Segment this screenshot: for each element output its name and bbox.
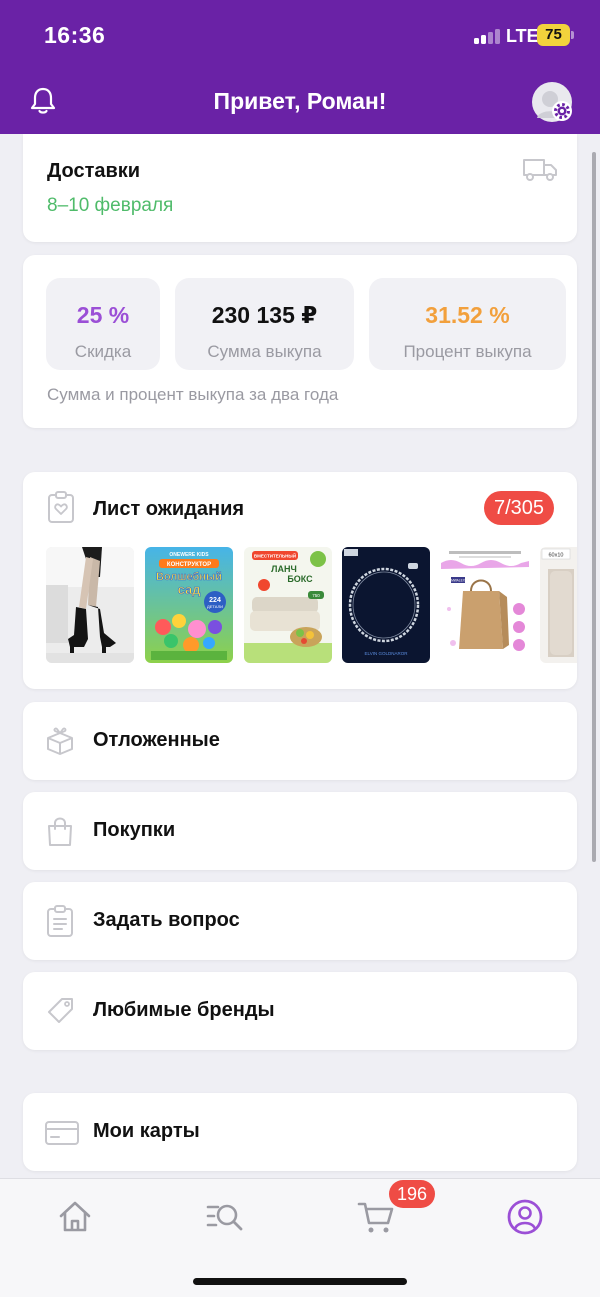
- stat-purchase-percent-label: Процент выкупа: [403, 342, 532, 361]
- app-header: 16:36 LTE 75 Привет, Роман!: [0, 0, 600, 134]
- menu-item-ask-question[interactable]: Задать вопрос: [23, 882, 577, 960]
- scrollbar[interactable]: [592, 152, 596, 862]
- clipboard-heart-icon: [48, 491, 74, 523]
- lunch-title-line-2: БОКС: [287, 574, 313, 584]
- menu-label-purchases: Покупки: [93, 819, 176, 841]
- cart-count-badge: 196: [389, 1180, 435, 1208]
- kit-title-line-2: сад: [178, 582, 202, 597]
- product-thumb-lunch-box[interactable]: ВМЕСТИТЕЛЬНЫЙ ЛАНЧ БОКС 750: [244, 547, 332, 663]
- home-indicator[interactable]: [193, 1278, 407, 1285]
- gift-box-icon: [47, 727, 73, 755]
- menu-label-deferred: Отложенные: [93, 729, 220, 751]
- product-thumb-rug[interactable]: 60x10: [540, 547, 577, 663]
- kit-brand-text: ONEWERE KIDS: [169, 552, 209, 558]
- menu-item-my-cards[interactable]: Мои карты: [23, 1093, 577, 1171]
- truck-icon: [523, 159, 557, 181]
- menu-item-deferred[interactable]: Отложенные: [23, 702, 577, 780]
- greeting-title: Привет, Роман!: [213, 88, 387, 114]
- product-thumb-construction-kit[interactable]: ONEWERE KIDS КОНСТРУКТОР Волшебный сад 2…: [145, 547, 233, 663]
- menu-item-favorite-brands[interactable]: Любимые бренды: [23, 972, 577, 1050]
- stat-purchase-percent[interactable]: 31.52 % Процент выкупа: [369, 278, 566, 370]
- tag-icon: [48, 998, 73, 1023]
- construction-kit-image: ONEWERE KIDS КОНСТРУКТОР Волшебный сад 2…: [145, 547, 233, 663]
- waitlist-count-badge: 7/305: [484, 491, 554, 525]
- lunch-box-image: ВМЕСТИТЕЛЬНЫЙ ЛАНЧ БОКС 750: [244, 547, 332, 663]
- clipboard-icon: [47, 905, 73, 937]
- menu-label-ask-question: Задать вопрос: [93, 909, 240, 931]
- kit-count-label: ДЕТАЛИ: [207, 604, 223, 609]
- kit-tag-text: КОНСТРУКТОР: [167, 562, 211, 568]
- stat-purchase-sum-label: Сумма выкупа: [207, 342, 322, 361]
- lunch-tag-text: ВМЕСТИТЕЛЬНЫЙ: [254, 552, 296, 559]
- deliveries-title: Доставки: [47, 160, 141, 182]
- profile-icon[interactable]: [505, 1197, 545, 1237]
- purchase-stats-card: 25 % Скидка 230 135 ₽ Сумма выкупа 31.52…: [23, 255, 577, 428]
- catalog-search-icon[interactable]: [205, 1197, 245, 1237]
- credit-card-icon: [45, 1121, 79, 1145]
- bag-brand-text: MWALEX: [451, 579, 466, 583]
- settings-gear-icon[interactable]: [551, 100, 573, 122]
- product-thumb-chain[interactable]: ELVIN GOLDNAROR: [342, 547, 430, 663]
- lunch-volume-text: 750: [312, 593, 320, 598]
- stat-discount-label: Скидка: [74, 342, 132, 361]
- home-icon[interactable]: [55, 1197, 95, 1237]
- battery-tip: [571, 31, 574, 39]
- paper-bag-image: MWALEX: [441, 547, 529, 663]
- waitlist-card[interactable]: Лист ожидания 7/305 ONEWERE KIDS КОНСТРУ…: [23, 472, 577, 689]
- bath-rug-image: 60x10: [540, 547, 577, 663]
- cart-icon[interactable]: [356, 1197, 396, 1237]
- lunch-title-line-1: ЛАНЧ: [271, 564, 297, 574]
- menu-item-purchases[interactable]: Покупки: [23, 792, 577, 870]
- deliveries-date: 8–10 февраля: [47, 195, 174, 216]
- signal-icon: [474, 28, 502, 44]
- battery-icon: 75: [537, 24, 570, 46]
- stats-note: Сумма и процент выкупа за два года: [47, 385, 339, 404]
- status-time: 16:36: [44, 22, 106, 48]
- shopping-bag-icon: [48, 817, 72, 846]
- kit-count-number: 224: [209, 597, 221, 604]
- chain-brand-text: ELVIN GOLDNAROR: [365, 651, 409, 656]
- deliveries-card[interactable]: Доставки 8–10 февраля: [23, 134, 577, 242]
- menu-label-my-cards: Мои карты: [93, 1120, 200, 1142]
- stat-discount-value: 25 %: [76, 302, 130, 328]
- rug-size-text: 60x10: [549, 553, 564, 559]
- waitlist-thumbnails: ONEWERE KIDS КОНСТРУКТОР Волшебный сад 2…: [46, 547, 577, 663]
- waitlist-title: Лист ожидания: [93, 498, 245, 520]
- stat-purchase-percent-value: 31.52 %: [425, 302, 510, 328]
- chain-necklace-image: ELVIN GOLDNAROR: [342, 547, 430, 663]
- boots-image: [46, 547, 134, 663]
- product-thumb-boots[interactable]: [46, 547, 134, 663]
- network-type: LTE: [506, 26, 539, 46]
- stat-discount[interactable]: 25 % Скидка: [46, 278, 160, 370]
- stat-purchase-sum-value: 230 135 ₽: [211, 302, 318, 328]
- menu-label-favorite-brands: Любимые бренды: [93, 999, 275, 1021]
- profile-avatar[interactable]: [532, 82, 572, 122]
- product-thumb-paper-bag[interactable]: MWALEX: [441, 547, 529, 663]
- stat-purchase-sum[interactable]: 230 135 ₽ Сумма выкупа: [175, 278, 354, 370]
